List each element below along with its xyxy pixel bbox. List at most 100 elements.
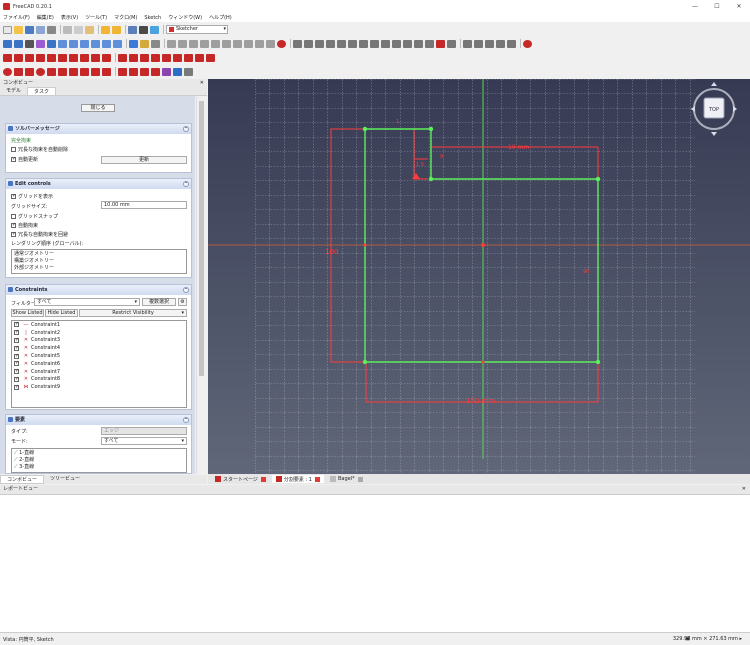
render-order-list[interactable]: 通常ジオメトリー 構築ジオメトリー 外部ジオメトリー: [11, 249, 187, 274]
constrain-coincident-icon[interactable]: [3, 53, 12, 62]
constrain-point-on-object-icon[interactable]: [14, 53, 23, 62]
rectangular-array-icon[interactable]: [425, 39, 434, 48]
select-redundant-icon[interactable]: [337, 39, 346, 48]
constraint-row[interactable]: ✕Constraint4: [12, 344, 186, 352]
new-sketch-icon[interactable]: [167, 39, 176, 48]
element-mode-select[interactable]: すべて ▾: [101, 437, 187, 445]
grid-snap-checkbox[interactable]: [11, 214, 16, 219]
constraint-row[interactable]: ⋈Constraint9: [12, 383, 186, 391]
show-listed-button[interactable]: Show Listed: [11, 309, 44, 317]
carbon-copy-icon[interactable]: [173, 67, 182, 76]
constrain-angle-icon[interactable]: [173, 53, 182, 62]
map-sketch-icon[interactable]: [222, 39, 231, 48]
menu-edit[interactable]: 編集(E): [37, 14, 54, 21]
list-item[interactable]: ⟋ 2-直線: [14, 457, 184, 464]
view-left-icon[interactable]: [113, 39, 122, 48]
menu-help[interactable]: ヘルプ(H): [209, 14, 232, 21]
create-arc-icon[interactable]: [25, 67, 34, 76]
macro-record-icon[interactable]: [523, 39, 532, 48]
external-geometry-icon[interactable]: [162, 67, 171, 76]
view-right-icon[interactable]: [80, 39, 89, 48]
split-icon[interactable]: [151, 67, 160, 76]
tab-model[interactable]: モデル: [0, 87, 27, 95]
tab-start-page[interactable]: スタートページ: [211, 475, 270, 483]
bspline-degree-icon[interactable]: [496, 39, 505, 48]
tab-combo-view[interactable]: コンボビュー: [0, 475, 45, 484]
view-top-icon[interactable]: [69, 39, 78, 48]
toggle-active-icon[interactable]: [206, 53, 215, 62]
elements-header[interactable]: 要素 ⌃: [6, 415, 191, 425]
redo-icon[interactable]: [112, 25, 121, 34]
update-button[interactable]: 更新: [101, 156, 187, 164]
part-box-icon[interactable]: [129, 39, 138, 48]
fit-all-icon[interactable]: [3, 39, 12, 48]
print-icon[interactable]: [47, 25, 56, 34]
select-vertical-axis-icon[interactable]: [315, 39, 324, 48]
constrain-equal-icon[interactable]: [80, 53, 89, 62]
pointer-icon[interactable]: [139, 25, 148, 34]
solver-messages-header[interactable]: ソルバーメッセージ ⌃: [6, 124, 191, 134]
view-front-icon[interactable]: [58, 39, 67, 48]
restrict-visibility-button[interactable]: Restrict Visibility ▾: [79, 309, 187, 317]
element-type-select[interactable]: エッジ: [101, 427, 187, 435]
render-order-item[interactable]: 構築ジオメトリー: [14, 258, 184, 265]
close-tab-icon[interactable]: [314, 476, 320, 482]
copy-icon[interactable]: [74, 25, 83, 34]
sketch-canvas[interactable]: 150 mm 100 1.5 9 1 90 10 mm TOP: [208, 79, 750, 474]
close-window-button[interactable]: ✕: [728, 0, 750, 13]
create-conic-icon[interactable]: [47, 67, 56, 76]
part-group-icon[interactable]: [140, 39, 149, 48]
merge-sketch-icon[interactable]: [255, 39, 264, 48]
constrain-symmetric-icon[interactable]: [91, 53, 100, 62]
constrain-vertical-distance-icon[interactable]: [140, 53, 149, 62]
toggle-construction-icon[interactable]: [184, 67, 193, 76]
constraint-row[interactable]: | Constraint2: [12, 329, 186, 337]
task-panel-scrollbar[interactable]: [196, 96, 205, 474]
collapse-icon[interactable]: ⌃: [183, 181, 189, 187]
isometric-view-icon[interactable]: [47, 39, 56, 48]
view-sketch-icon[interactable]: [200, 39, 209, 48]
cut-icon[interactable]: [63, 25, 72, 34]
close-tab-icon[interactable]: [357, 476, 363, 482]
list-item[interactable]: ⟋ 3-直線: [14, 464, 184, 471]
save-as-icon[interactable]: [36, 25, 45, 34]
clone-icon[interactable]: [392, 39, 401, 48]
constraint-filter-select[interactable]: すべて ▾: [34, 298, 140, 306]
auto-update-checkbox[interactable]: [11, 156, 16, 162]
element-list[interactable]: ⟋ 1-直線 ⟋ 2-直線 ⟋ 3-直線: [11, 448, 187, 473]
constraint-visibility-checkbox[interactable]: [14, 376, 19, 382]
constraint-visibility-checkbox[interactable]: [14, 329, 19, 336]
constraint-row[interactable]: —Constraint1: [12, 321, 186, 329]
extend-icon[interactable]: [140, 67, 149, 76]
close-tab-icon[interactable]: [260, 476, 266, 482]
scrollbar-thumb[interactable]: [199, 101, 204, 376]
constrain-lock-icon[interactable]: [118, 53, 127, 62]
menu-macro[interactable]: マクロ(M): [114, 14, 137, 21]
edit-sketch-icon[interactable]: [178, 39, 187, 48]
bspline-knot-icon[interactable]: [507, 39, 516, 48]
validate-sketch-icon[interactable]: [244, 39, 253, 48]
constraint-list[interactable]: —Constraint1|Constraint2✕Constraint3✕Con…: [11, 320, 187, 408]
render-order-item[interactable]: 通常ジオメトリー: [14, 251, 184, 258]
auto-constraints-row[interactable]: 自動拘束: [11, 222, 38, 229]
constrain-distance-icon[interactable]: [151, 53, 160, 62]
collapse-icon[interactable]: ⌃: [183, 417, 189, 423]
view-bottom-icon[interactable]: [102, 39, 111, 48]
show-grid-checkbox[interactable]: [11, 193, 16, 199]
select-conflicting-icon[interactable]: [348, 39, 357, 48]
menu-window[interactable]: ウィンドウ(W): [168, 14, 202, 21]
constraint-visibility-checkbox[interactable]: [14, 368, 19, 375]
constraint-visibility-checkbox[interactable]: [14, 360, 19, 367]
constraint-row[interactable]: ✕Constraint8: [12, 376, 186, 384]
create-slot-icon[interactable]: [102, 67, 111, 76]
constrain-parallel-icon[interactable]: [47, 53, 56, 62]
collapse-icon[interactable]: ⌃: [183, 126, 189, 132]
constrain-horizontal-distance-icon[interactable]: [129, 53, 138, 62]
auto-constraints-checkbox[interactable]: [11, 222, 16, 228]
create-circle-icon[interactable]: [36, 67, 45, 76]
trim-icon[interactable]: [129, 67, 138, 76]
tab-bagel[interactable]: Bagel*: [326, 475, 367, 483]
tab-tree-view[interactable]: ツリービュー: [44, 475, 86, 484]
paste-icon[interactable]: [85, 25, 94, 34]
constraint-row[interactable]: ✕Constraint3: [12, 337, 186, 345]
